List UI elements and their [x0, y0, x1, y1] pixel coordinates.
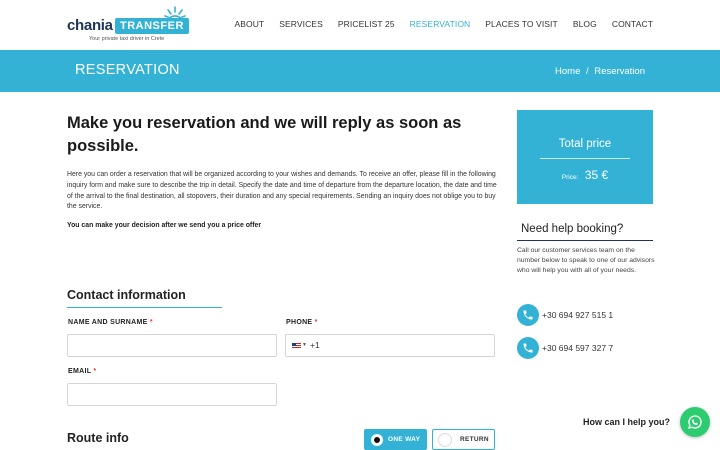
radio-selected-icon: [371, 434, 383, 446]
radio-unselected-icon: [438, 433, 452, 447]
contact-title-underline: [67, 307, 222, 308]
nav-services[interactable]: SERVICES: [279, 19, 323, 29]
us-flag-icon[interactable]: [292, 343, 301, 349]
chat-prompt[interactable]: How can I help you?: [583, 417, 670, 427]
price-label: Price:: [561, 174, 579, 181]
return-radio-button[interactable]: RETURN: [432, 429, 495, 450]
nav-blog[interactable]: BLOG: [573, 19, 597, 29]
name-label: NAME AND SURNAME *: [68, 319, 153, 326]
logo-word: chania: [67, 17, 113, 34]
price-divider: [540, 158, 630, 159]
phone-icon: [517, 337, 539, 359]
help-text: Call our customer services team on the n…: [517, 247, 655, 275]
name-input[interactable]: [67, 334, 277, 357]
main-nav: ABOUT SERVICES PRICELIST 25 RESERVATION …: [219, 19, 653, 29]
price-row: Price: 35 €: [517, 166, 653, 184]
nav-reservation[interactable]: RESERVATION: [410, 19, 471, 29]
whatsapp-button[interactable]: [680, 407, 710, 437]
chevron-down-icon[interactable]: ▼: [302, 342, 307, 348]
total-price-box: Total price Price: 35 €: [517, 110, 653, 204]
phone-input[interactable]: ▼ +1: [285, 334, 495, 357]
nav-places-to-visit[interactable]: PLACES TO VISIT: [485, 19, 558, 29]
breadcrumb-separator: /: [586, 66, 589, 77]
phone-label: PHONE *: [286, 319, 318, 326]
required-mark: *: [93, 368, 97, 375]
email-label: EMAIL *: [68, 368, 97, 375]
decision-note: You can make your decision after we send…: [67, 222, 262, 229]
logo-tagline: Your private taxi driver in Crete: [89, 36, 165, 42]
site-logo[interactable]: chania TRANSFER Your private taxi driver…: [67, 6, 189, 44]
sun-icon: [164, 6, 186, 21]
price-value: 35 €: [584, 168, 609, 182]
nav-about[interactable]: ABOUT: [234, 19, 264, 29]
site-header: chania TRANSFER Your private taxi driver…: [0, 0, 720, 50]
route-section-title: Route info: [67, 431, 129, 445]
breadcrumb-current: Reservation: [594, 66, 645, 77]
breadcrumb: Home / Reservation: [555, 66, 645, 77]
one-way-label: ONE WAY: [388, 436, 421, 443]
page-title: RESERVATION: [75, 62, 180, 78]
breadcrumb-home[interactable]: Home: [555, 66, 580, 77]
phone-country-code: +1: [310, 340, 320, 350]
help-underline: [517, 240, 653, 241]
nav-contact[interactable]: CONTACT: [612, 19, 653, 29]
one-way-radio-button[interactable]: ONE WAY: [364, 429, 427, 450]
total-price-title: Total price: [558, 138, 612, 150]
page-banner: RESERVATION Home / Reservation: [0, 50, 720, 92]
nav-pricelist[interactable]: PRICELIST 25: [338, 19, 395, 29]
phone-link-2[interactable]: +30 694 597 327 7: [517, 337, 613, 359]
required-mark: *: [314, 319, 318, 326]
phone-link-1[interactable]: +30 694 927 515 1: [517, 304, 613, 326]
whatsapp-icon: [688, 415, 702, 429]
phone-number: +30 694 597 327 7: [542, 343, 614, 353]
phone-icon: [517, 304, 539, 326]
contact-section-title: Contact information: [67, 288, 186, 302]
required-mark: *: [149, 319, 153, 326]
help-title: Need help booking?: [521, 223, 624, 235]
main-heading: Make you reservation and we will reply a…: [67, 114, 462, 155]
phone-number: +30 694 927 515 1: [542, 310, 614, 320]
email-input[interactable]: [67, 383, 277, 406]
intro-text: Here you can order a reservation that wi…: [67, 171, 497, 211]
return-label: RETURN: [460, 436, 489, 443]
